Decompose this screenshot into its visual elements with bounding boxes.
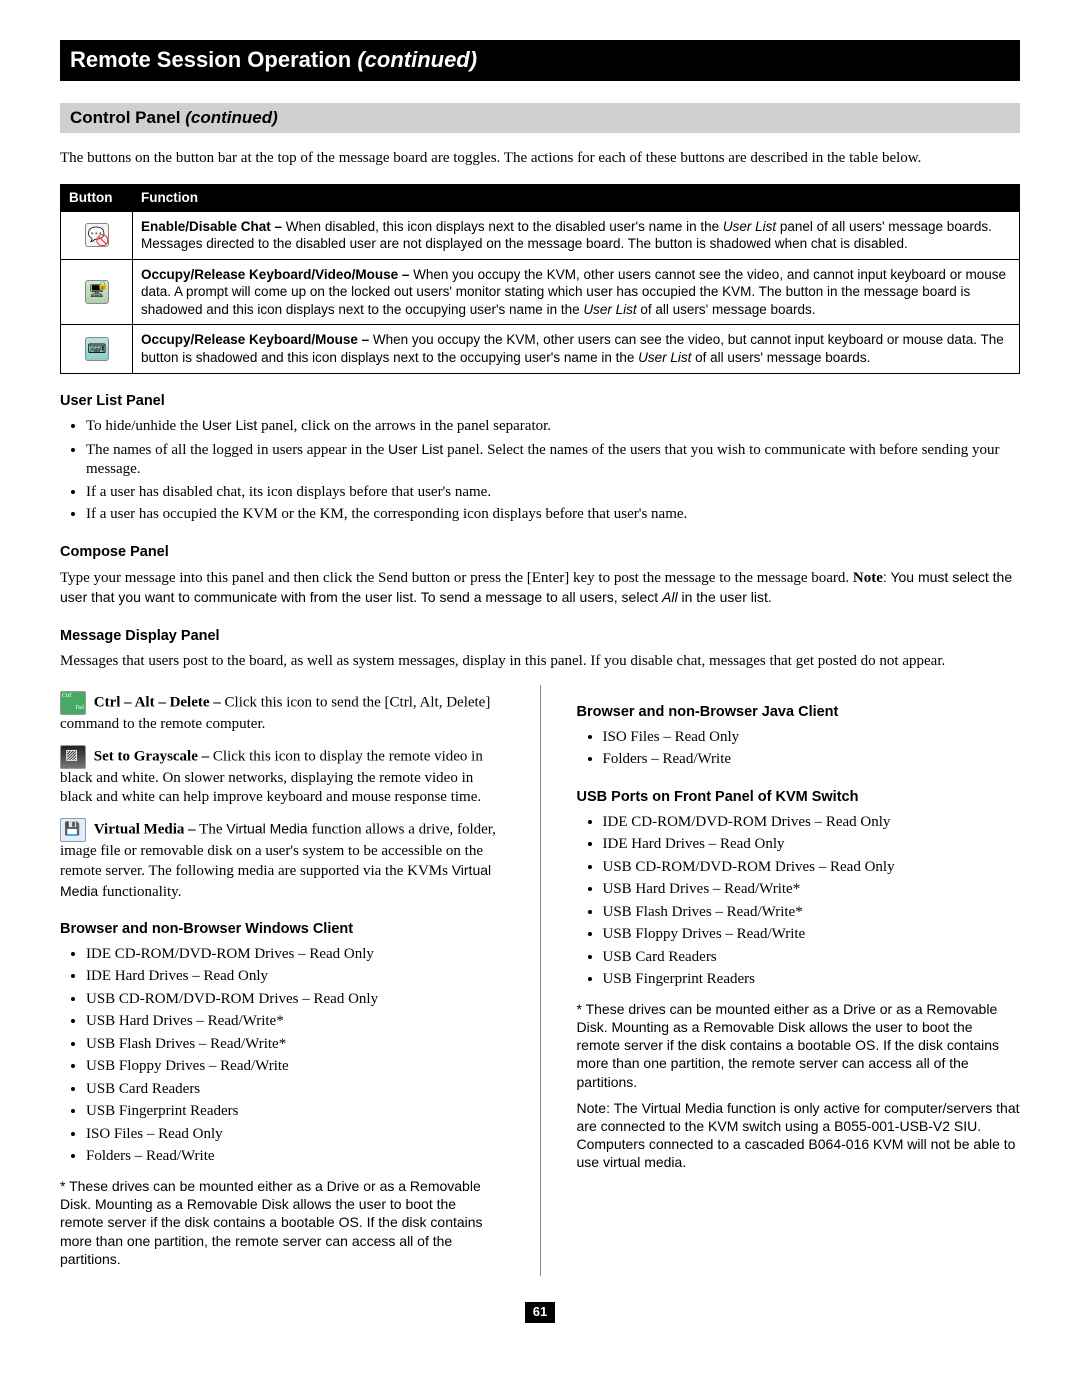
compose-note: Note — [853, 570, 883, 586]
th-button: Button — [61, 185, 133, 212]
table-row: Occupy/Release Keyboard/Mouse – When you… — [61, 325, 1020, 373]
subheader-title: Control Panel — [70, 108, 181, 127]
row-bold: Enable/Disable Chat – — [141, 219, 282, 234]
row-bold: Occupy/Release Keyboard/Mouse – — [141, 332, 369, 347]
vm-t: The — [196, 821, 227, 837]
ctrl-alt-del-icon — [60, 691, 86, 715]
chat-disable-icon — [85, 223, 109, 247]
compose-t3: in the user list. — [678, 589, 772, 605]
list-item: USB Floppy Drives – Read/Write — [603, 925, 1021, 945]
list-item: IDE CD-ROM/DVD-ROM Drives – Read Only — [603, 813, 1021, 833]
section-subheader: Control Panel (continued) — [60, 103, 1020, 133]
left-column: Ctrl – Alt – Delete – Click this icon to… — [60, 685, 504, 1276]
grayscale-icon — [60, 745, 86, 769]
usb-ports-list: IDE CD-ROM/DVD-ROM Drives – Read Only ID… — [577, 813, 1021, 990]
table-row: Occupy/Release Keyboard/Video/Mouse – Wh… — [61, 259, 1020, 325]
intro-text: The buttons on the button bar at the top… — [60, 149, 1020, 169]
row-italic: User List — [638, 350, 691, 365]
compose-heading: Compose Panel — [60, 543, 1020, 562]
list-item: IDE CD-ROM/DVD-ROM Drives – Read Only — [86, 945, 504, 965]
list-item: USB Card Readers — [86, 1080, 504, 1100]
list-item: Folders – Read/Write — [603, 750, 1021, 770]
win-client-list: IDE CD-ROM/DVD-ROM Drives – Read Only ID… — [60, 945, 504, 1167]
user-list-bullets: To hide/unhide the User List panel, clic… — [60, 416, 1020, 525]
list-item: Folders – Read/Write — [86, 1147, 504, 1167]
row-text: When disabled, this icon displays next t… — [282, 219, 723, 234]
vm-t: functionality. — [102, 884, 181, 900]
th-function: Function — [133, 185, 1020, 212]
cad-bold: Ctrl – Alt – Delete – — [94, 695, 221, 711]
user-list-heading: User List Panel — [60, 392, 1020, 411]
gray-bold: Set to Grayscale – — [94, 748, 209, 764]
occupy-km-icon — [85, 337, 109, 361]
list-item: ISO Files – Read Only — [603, 728, 1021, 748]
li-text: To hide/unhide the — [86, 418, 202, 434]
two-column-layout: Ctrl – Alt – Delete – Click this icon to… — [60, 685, 1020, 1276]
row-italic: User List — [723, 219, 776, 234]
list-item: USB Floppy Drives – Read/Write — [86, 1057, 504, 1077]
header-suffix: (continued) — [357, 47, 477, 72]
page-number: 61 — [525, 1302, 555, 1323]
column-divider — [540, 685, 541, 1276]
li-text: The names of all the logged in users app… — [86, 442, 388, 458]
right-footnote1: * These drives can be mounted either as … — [577, 1000, 1021, 1091]
li-sans: User List — [388, 441, 447, 457]
list-item: USB Flash Drives – Read/Write* — [603, 903, 1021, 923]
table-row: Enable/Disable Chat – When disabled, thi… — [61, 211, 1020, 259]
java-client-heading: Browser and non-Browser Java Client — [577, 703, 1021, 722]
compose-italic: All — [662, 589, 678, 605]
java-client-list: ISO Files – Read Only Folders – Read/Wri… — [577, 728, 1021, 770]
compose-t1: Type your message into this panel and th… — [60, 570, 853, 586]
list-item: IDE Hard Drives – Read Only — [86, 967, 504, 987]
usb-ports-heading: USB Ports on Front Panel of KVM Switch — [577, 788, 1021, 807]
row-italic: User List — [583, 302, 636, 317]
occupy-kvm-icon — [85, 280, 109, 304]
row-text: of all users' message boards. — [691, 350, 870, 365]
msg-panel-heading: Message Display Panel — [60, 627, 1020, 646]
msg-panel-text: Messages that users post to the board, a… — [60, 652, 1020, 672]
subheader-suffix: (continued) — [185, 108, 278, 127]
compose-text: Type your message into this panel and th… — [60, 568, 1020, 609]
header-title: Remote Session Operation — [70, 47, 351, 72]
page-number-container: 61 — [60, 1302, 1020, 1323]
page-header: Remote Session Operation (continued) — [60, 40, 1020, 81]
vm-bold: Virtual Media – — [94, 821, 196, 837]
list-item: USB CD-ROM/DVD-ROM Drives – Read Only — [86, 990, 504, 1010]
list-item: IDE Hard Drives – Read Only — [603, 835, 1021, 855]
list-item: USB Fingerprint Readers — [603, 970, 1021, 990]
win-client-heading: Browser and non-Browser Windows Client — [60, 920, 504, 939]
row-text: of all users' message boards. — [637, 302, 816, 317]
list-item: USB Hard Drives – Read/Write* — [86, 1012, 504, 1032]
row-bold: Occupy/Release Keyboard/Video/Mouse – — [141, 267, 409, 282]
virtual-media-icon — [60, 818, 86, 842]
li-text: If a user has disabled chat, its icon di… — [86, 484, 491, 500]
right-footnote2: Note: The Virtual Media function is only… — [577, 1099, 1021, 1172]
li-text: panel, click on the arrows in the panel … — [261, 418, 551, 434]
left-footnote: * These drives can be mounted either as … — [60, 1177, 504, 1268]
list-item: USB Fingerprint Readers — [86, 1102, 504, 1122]
list-item: USB Flash Drives – Read/Write* — [86, 1035, 504, 1055]
list-item: USB Hard Drives – Read/Write* — [603, 880, 1021, 900]
list-item: USB CD-ROM/DVD-ROM Drives – Read Only — [603, 858, 1021, 878]
list-item: ISO Files – Read Only — [86, 1125, 504, 1145]
list-item: USB Card Readers — [603, 948, 1021, 968]
right-column: Browser and non-Browser Java Client ISO … — [577, 685, 1021, 1276]
vm-sans: Virtual Media — [226, 820, 311, 836]
li-text: If a user has occupied the KVM or the KM… — [86, 506, 687, 522]
button-function-table: Button Function Enable/Disable Chat – Wh… — [60, 184, 1020, 373]
li-sans: User List — [202, 417, 261, 433]
